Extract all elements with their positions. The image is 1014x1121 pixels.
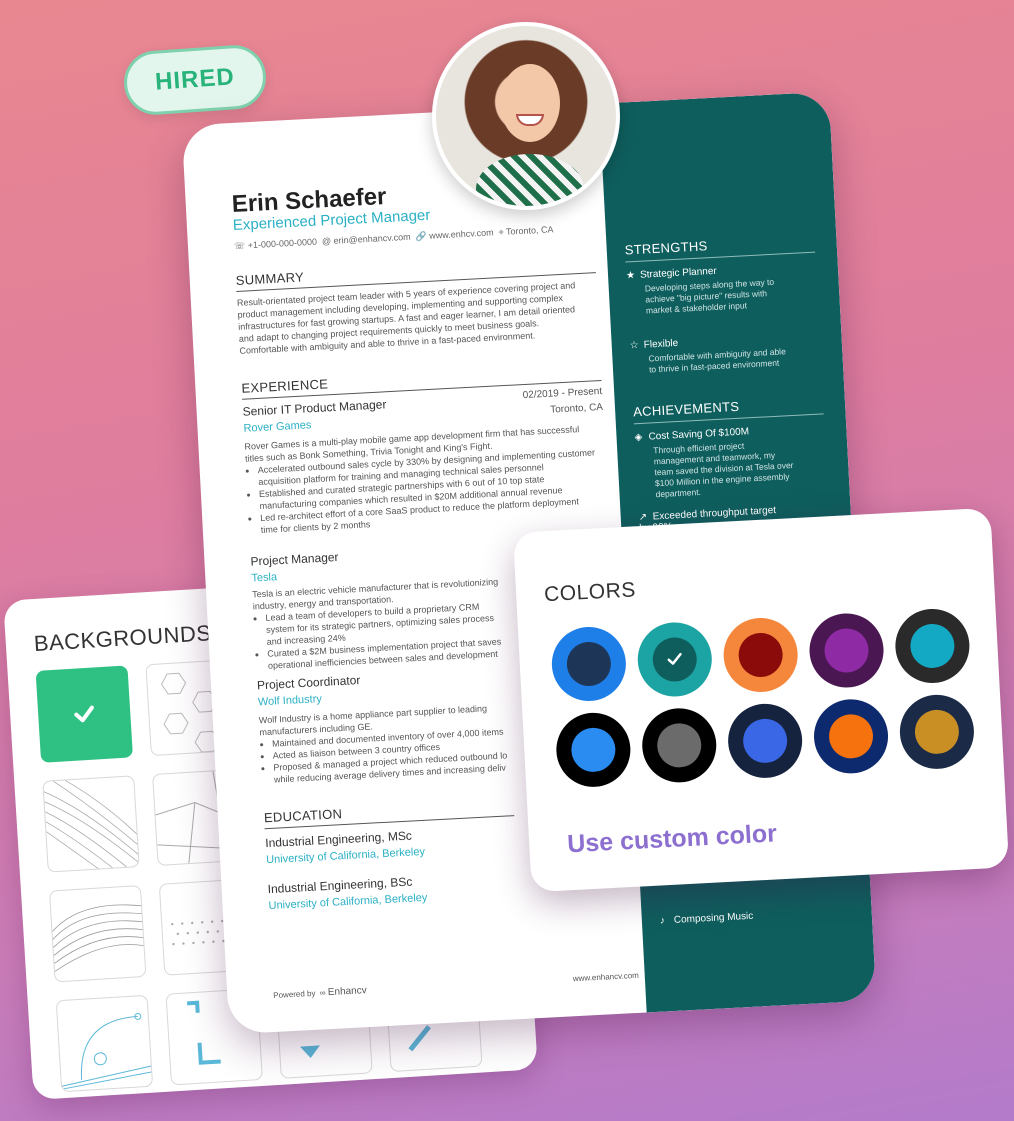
job-location: Toronto, CA <box>549 401 604 416</box>
achievement-desc: Through efficient project management and… <box>653 440 794 500</box>
job-title: Project Coordinator <box>256 672 361 693</box>
phone-icon: ☏ <box>233 240 246 251</box>
star-icon: ★ <box>625 270 636 282</box>
check-icon <box>667 652 682 665</box>
job-company: Rover Games <box>243 419 312 435</box>
color-swatch-inner <box>737 631 784 679</box>
circuit-pattern-icon <box>61 1012 154 1090</box>
email-icon: @ <box>321 235 332 247</box>
powered-by-label: Powered by <box>273 988 316 1000</box>
hired-badge: HIRED <box>121 43 269 117</box>
background-option-circuit[interactable] <box>55 994 154 1093</box>
education-heading: EDUCATION <box>263 797 515 830</box>
custom-color-button[interactable]: Use custom color <box>567 819 778 859</box>
backgrounds-title: BACKGROUNDS <box>33 620 213 657</box>
job-bullets: Lead a team of developers to build a pro… <box>265 599 508 671</box>
job-title: Project Manager <box>250 549 339 569</box>
check-icon <box>74 705 94 723</box>
avatar-shirt <box>476 154 584 206</box>
color-swatch-inner <box>913 708 961 755</box>
color-swatch[interactable] <box>898 692 976 771</box>
color-swatch[interactable] <box>893 607 972 685</box>
color-swatch-inner <box>570 726 617 773</box>
summary-text: Result-orientated project team leader wi… <box>236 280 576 356</box>
guitar-icon: ♪ <box>659 915 666 927</box>
color-swatch-inner <box>565 640 612 688</box>
background-option-plain[interactable] <box>35 665 133 763</box>
color-swatch-inner <box>823 627 870 674</box>
footer-site: www.enhancv.com <box>572 970 640 984</box>
job-title: Senior IT Product Manager <box>242 397 387 419</box>
brand-name: Enhancv <box>327 985 368 999</box>
profile-photo <box>432 22 620 210</box>
color-swatch[interactable] <box>726 701 805 780</box>
job-company: Tesla <box>251 571 278 585</box>
enhancv-logo-icon: ∞ <box>319 988 326 998</box>
color-swatch-inner <box>909 622 956 670</box>
color-swatch-inner <box>827 713 875 760</box>
color-swatch-inner <box>651 636 698 683</box>
website-text: www.enhcv.com <box>429 227 494 241</box>
diagonal-lines-icon <box>43 780 140 871</box>
color-swatch[interactable] <box>721 616 800 694</box>
powered-by: Powered by ∞ Enhancv <box>273 985 367 1001</box>
avatar-face <box>500 64 560 142</box>
color-swatch[interactable] <box>554 710 633 789</box>
color-swatch[interactable] <box>549 625 628 703</box>
background-option-lines[interactable] <box>42 775 140 873</box>
job-dates: 02/2019 - Present <box>522 385 603 402</box>
email-text: erin@enhancv.com <box>333 231 411 246</box>
color-swatch[interactable] <box>812 697 890 776</box>
chart-line-icon: ↗ <box>638 511 648 524</box>
background-option-waves[interactable] <box>48 885 147 983</box>
strength-title-text: Flexible <box>643 337 679 351</box>
diamond-icon: ◈ <box>634 431 643 444</box>
phone-text: +1-000-000-0000 <box>247 236 318 251</box>
color-swatch[interactable] <box>640 706 719 785</box>
waves-icon <box>52 904 146 972</box>
color-swatch[interactable] <box>635 620 714 699</box>
color-swatch-inner <box>742 717 789 764</box>
color-swatch-inner <box>656 722 703 769</box>
link-icon: 🔗 <box>415 230 428 242</box>
colors-panel: COLORS Use custom color <box>512 507 1010 893</box>
location-icon: ⌖ <box>498 226 504 238</box>
star-outline-icon: ☆ <box>629 339 640 352</box>
color-swatch[interactable] <box>807 611 886 690</box>
colors-title: COLORS <box>543 578 637 607</box>
job-company: Wolf Industry <box>257 693 323 709</box>
location-text: Toronto, CA <box>505 224 554 237</box>
